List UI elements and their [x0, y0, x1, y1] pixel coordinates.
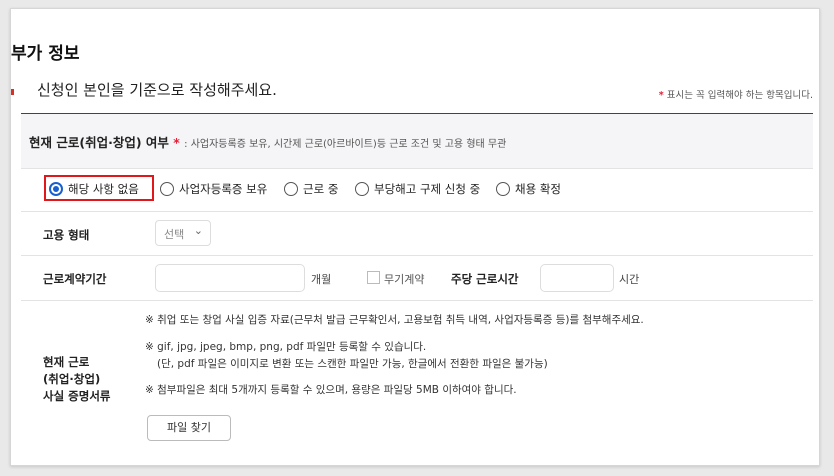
radio-option-none[interactable]: 해당 사항 없음: [49, 181, 139, 197]
radio-unchecked-icon[interactable]: [496, 182, 510, 196]
section-title: 부가 정보: [11, 44, 80, 64]
employment-status-title: 현재 근로(취업·창업) 여부: [29, 135, 169, 150]
employment-type-label: 고용 형태: [43, 228, 90, 242]
proof-note-1: ※ 취업 또는 창업 사실 입증 자료(근무처 발급 근무확인서, 고용보험 취…: [145, 314, 644, 326]
chevron-down-icon: ⌄: [193, 224, 203, 237]
radio-option-business-registration[interactable]: 사업자등록증 보유: [160, 181, 267, 197]
employment-type-select-value: 선택: [164, 228, 185, 241]
contract-period-row: 근로계약기간 개월 무기계약 주당 근로시간 시간: [21, 256, 813, 301]
radio-label: 사업자등록증 보유: [179, 182, 268, 196]
radio-unchecked-icon[interactable]: [160, 182, 174, 196]
proof-label-line: (취업·창업): [43, 372, 101, 386]
bullet-marker: [11, 89, 14, 95]
proof-note-2: ※ gif, jpg, jpeg, bmp, png, pdf 파일만 등록할 …: [145, 341, 427, 353]
indefinite-contract-checkbox[interactable]: [367, 271, 380, 284]
employment-status-subtext: : 사업자등록증 보유, 시간제 근로(아르바이트)등 근로 조건 및 고용 형…: [184, 139, 507, 150]
radio-checked-icon[interactable]: [49, 182, 63, 196]
radio-option-working[interactable]: 근로 중: [284, 181, 338, 197]
required-note-text: 표시는 꼭 입력해야 하는 항목입니다.: [663, 90, 813, 101]
employment-type-select[interactable]: 선택 ⌄: [155, 220, 211, 246]
radio-label: 채용 확정: [515, 182, 561, 196]
radio-option-unfair-dismissal[interactable]: 부당해고 구제 신청 중: [355, 181, 480, 197]
contract-period-input[interactable]: [155, 264, 305, 292]
radio-option-hiring-confirmed[interactable]: 채용 확정: [496, 181, 561, 197]
radio-unchecked-icon[interactable]: [284, 182, 298, 196]
employment-status-label: 현재 근로(취업·창업) 여부 * : 사업자등록증 보유, 시간제 근로(아르…: [29, 132, 506, 151]
radio-label: 해당 사항 없음: [68, 182, 139, 196]
months-unit: 개월: [311, 273, 332, 286]
proof-label-line: 현재 근로: [43, 355, 90, 369]
proof-documents-label: 현재 근로 (취업·창업) 사실 증명서류: [43, 354, 110, 405]
proof-label-line: 사실 증명서류: [43, 389, 111, 403]
employment-status-options: 해당 사항 없음 사업자등록증 보유 근로 중 부당해고 구제 신청 중 채용 …: [21, 169, 813, 212]
instruction-text: 신청인 본인을 기준으로 작성해주세요.: [37, 81, 277, 99]
employment-type-row: 고용 형태 선택 ⌄: [21, 212, 813, 256]
form-panel: 부가 정보 신청인 본인을 기준으로 작성해주세요. * 표시는 꼭 입력해야 …: [10, 8, 820, 466]
weekly-hours-input[interactable]: [540, 264, 614, 292]
proof-note-4: ※ 첨부파일은 최대 5개까지 등록할 수 있으며, 용량은 파일당 5MB 이…: [145, 384, 517, 396]
weekly-hours-label: 주당 근로시간: [451, 272, 519, 286]
employment-status-star: *: [173, 135, 180, 150]
radio-label: 부당해고 구제 신청 중: [374, 182, 481, 196]
indefinite-contract-label: 무기계약: [384, 273, 425, 286]
hours-unit: 시간: [619, 273, 640, 286]
employment-status-header: 현재 근로(취업·창업) 여부 * : 사업자등록증 보유, 시간제 근로(아르…: [21, 114, 813, 169]
radio-unchecked-icon[interactable]: [355, 182, 369, 196]
contract-period-label: 근로계약기간: [43, 272, 107, 286]
find-file-button[interactable]: 파일 찾기: [147, 415, 231, 441]
proof-note-3: (단, pdf 파일은 이미지로 변환 또는 스캔한 파일만 가능, 한글에서 …: [157, 358, 548, 370]
radio-label: 근로 중: [303, 182, 339, 196]
required-note: * 표시는 꼭 입력해야 하는 항목입니다.: [659, 87, 813, 101]
